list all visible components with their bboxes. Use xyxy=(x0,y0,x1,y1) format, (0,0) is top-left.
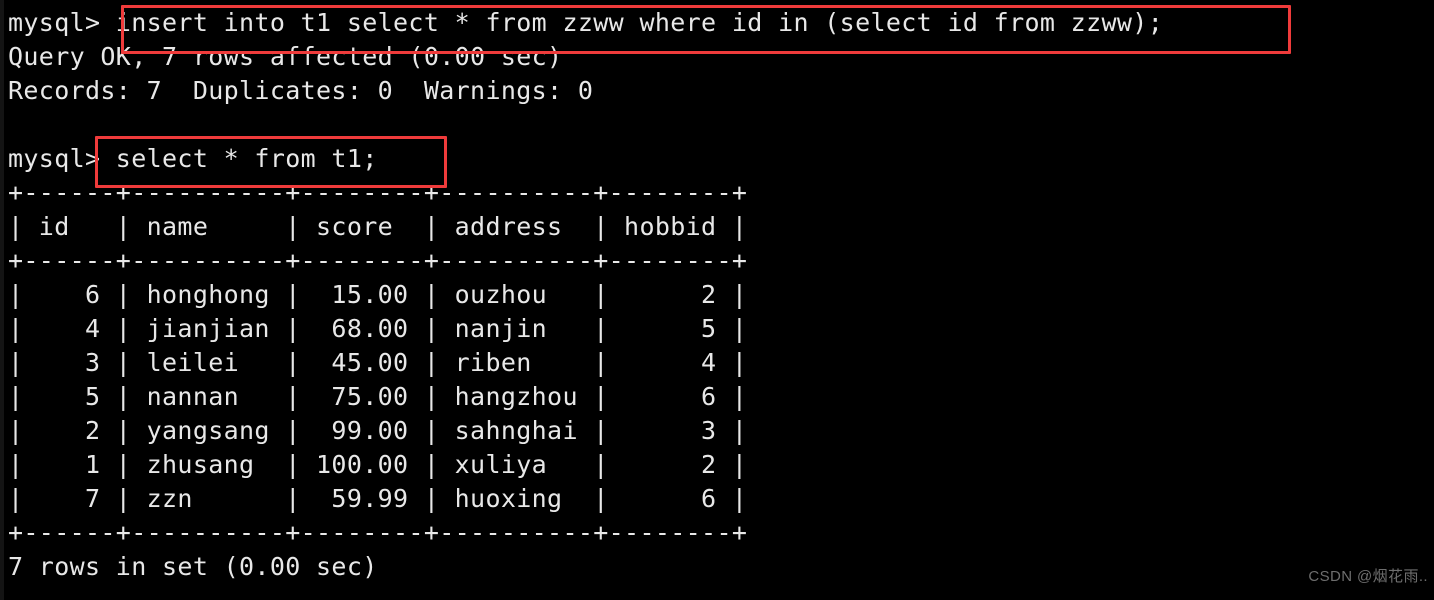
terminal-output: mysql> insert into t1 select * from zzww… xyxy=(8,6,1428,584)
console-line-query-ok: Query OK, 7 rows affected (0.00 sec) xyxy=(8,42,563,71)
table-row: | 1 | zhusang | 100.00 | xuliya | 2 | xyxy=(8,450,748,479)
table-border-bottom: +------+----------+--------+----------+-… xyxy=(8,518,748,547)
console-line-rows-in-set: 7 rows in set (0.00 sec) xyxy=(8,552,378,581)
console-line-select-command: mysql> select * from t1; xyxy=(8,144,378,173)
table-row: | 6 | honghong | 15.00 | ouzhou | 2 | xyxy=(8,280,748,309)
terminal-window[interactable]: mysql> insert into t1 select * from zzww… xyxy=(0,0,1434,600)
table-border-header: +------+----------+--------+----------+-… xyxy=(8,246,748,275)
console-line-records: Records: 7 Duplicates: 0 Warnings: 0 xyxy=(8,76,594,105)
table-row: | 2 | yangsang | 99.00 | sahnghai | 3 | xyxy=(8,416,748,445)
table-row: | 3 | leilei | 45.00 | riben | 4 | xyxy=(8,348,748,377)
table-row: | 5 | nannan | 75.00 | hangzhou | 6 | xyxy=(8,382,748,411)
csdn-watermark: CSDN @烟花雨.. xyxy=(1308,568,1428,585)
terminal-left-edge xyxy=(0,0,4,600)
table-border-top: +------+----------+--------+----------+-… xyxy=(8,178,748,207)
table-row: | 7 | zzn | 59.99 | huoxing | 6 | xyxy=(8,484,748,513)
table-header-row: | id | name | score | address | hobbid | xyxy=(8,212,748,241)
table-row: | 4 | jianjian | 68.00 | nanjin | 5 | xyxy=(8,314,748,343)
console-line-insert-command: mysql> insert into t1 select * from zzww… xyxy=(8,8,1164,37)
